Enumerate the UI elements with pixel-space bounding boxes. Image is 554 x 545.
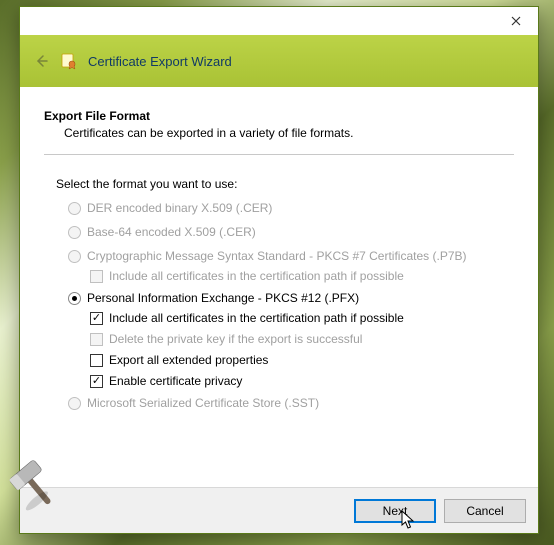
- certificate-icon: [60, 52, 78, 70]
- option-pfx[interactable]: Personal Information Exchange - PKCS #12…: [68, 291, 514, 305]
- wizard-header: Certificate Export Wizard: [20, 35, 538, 87]
- checkbox-icon[interactable]: ✓: [90, 312, 103, 325]
- radio-icon: [68, 397, 81, 410]
- wizard-dialog: Certificate Export Wizard Export File Fo…: [19, 6, 539, 534]
- checkbox-icon[interactable]: [90, 354, 103, 367]
- option-pfx-privacy[interactable]: ✓ Enable certificate privacy: [90, 374, 514, 388]
- cancel-button[interactable]: Cancel: [444, 499, 526, 523]
- option-label: Microsoft Serialized Certificate Store (…: [87, 396, 319, 410]
- close-button[interactable]: [494, 7, 538, 35]
- wizard-footer: Next Cancel: [20, 487, 538, 533]
- option-label: Delete the private key if the export is …: [109, 332, 362, 346]
- radio-icon: [68, 250, 81, 263]
- radio-icon: [68, 202, 81, 215]
- option-pkcs7: Cryptographic Message Syntax Standard - …: [68, 249, 514, 263]
- option-label: Personal Information Exchange - PKCS #12…: [87, 291, 359, 305]
- option-label: Base-64 encoded X.509 (.CER): [87, 225, 256, 239]
- radio-icon[interactable]: [68, 292, 81, 305]
- option-label: Cryptographic Message Syntax Standard - …: [87, 249, 467, 263]
- option-base64: Base-64 encoded X.509 (.CER): [68, 225, 514, 239]
- format-prompt: Select the format you want to use:: [56, 177, 514, 191]
- option-label: DER encoded binary X.509 (.CER): [87, 201, 272, 215]
- option-label: Include all certificates in the certific…: [109, 311, 404, 325]
- option-der: DER encoded binary X.509 (.CER): [68, 201, 514, 215]
- pfx-suboptions: ✓ Include all certificates in the certif…: [90, 311, 514, 388]
- step-description: Certificates can be exported in a variet…: [64, 126, 514, 140]
- next-button[interactable]: Next: [354, 499, 436, 523]
- checkbox-icon: [90, 270, 103, 283]
- wizard-title: Certificate Export Wizard: [88, 54, 232, 69]
- titlebar: [20, 7, 538, 35]
- option-pfx-include[interactable]: ✓ Include all certificates in the certif…: [90, 311, 514, 325]
- option-pfx-extended[interactable]: Export all extended properties: [90, 353, 514, 367]
- divider: [44, 154, 514, 155]
- back-arrow-icon: [32, 52, 50, 70]
- option-sst: Microsoft Serialized Certificate Store (…: [68, 396, 514, 410]
- option-label: Export all extended properties: [109, 353, 268, 367]
- option-pfx-delete: Delete the private key if the export is …: [90, 332, 514, 346]
- radio-icon: [68, 226, 81, 239]
- wizard-content: Export File Format Certificates can be e…: [20, 87, 538, 487]
- checkbox-icon: [90, 333, 103, 346]
- option-pkcs7-include: Include all certificates in the certific…: [90, 269, 514, 283]
- checkbox-icon[interactable]: ✓: [90, 375, 103, 388]
- step-title: Export File Format: [44, 109, 514, 123]
- option-label: Include all certificates in the certific…: [109, 269, 404, 283]
- format-options: DER encoded binary X.509 (.CER) Base-64 …: [68, 201, 514, 410]
- pkcs7-suboptions: Include all certificates in the certific…: [90, 269, 514, 283]
- option-label: Enable certificate privacy: [109, 374, 242, 388]
